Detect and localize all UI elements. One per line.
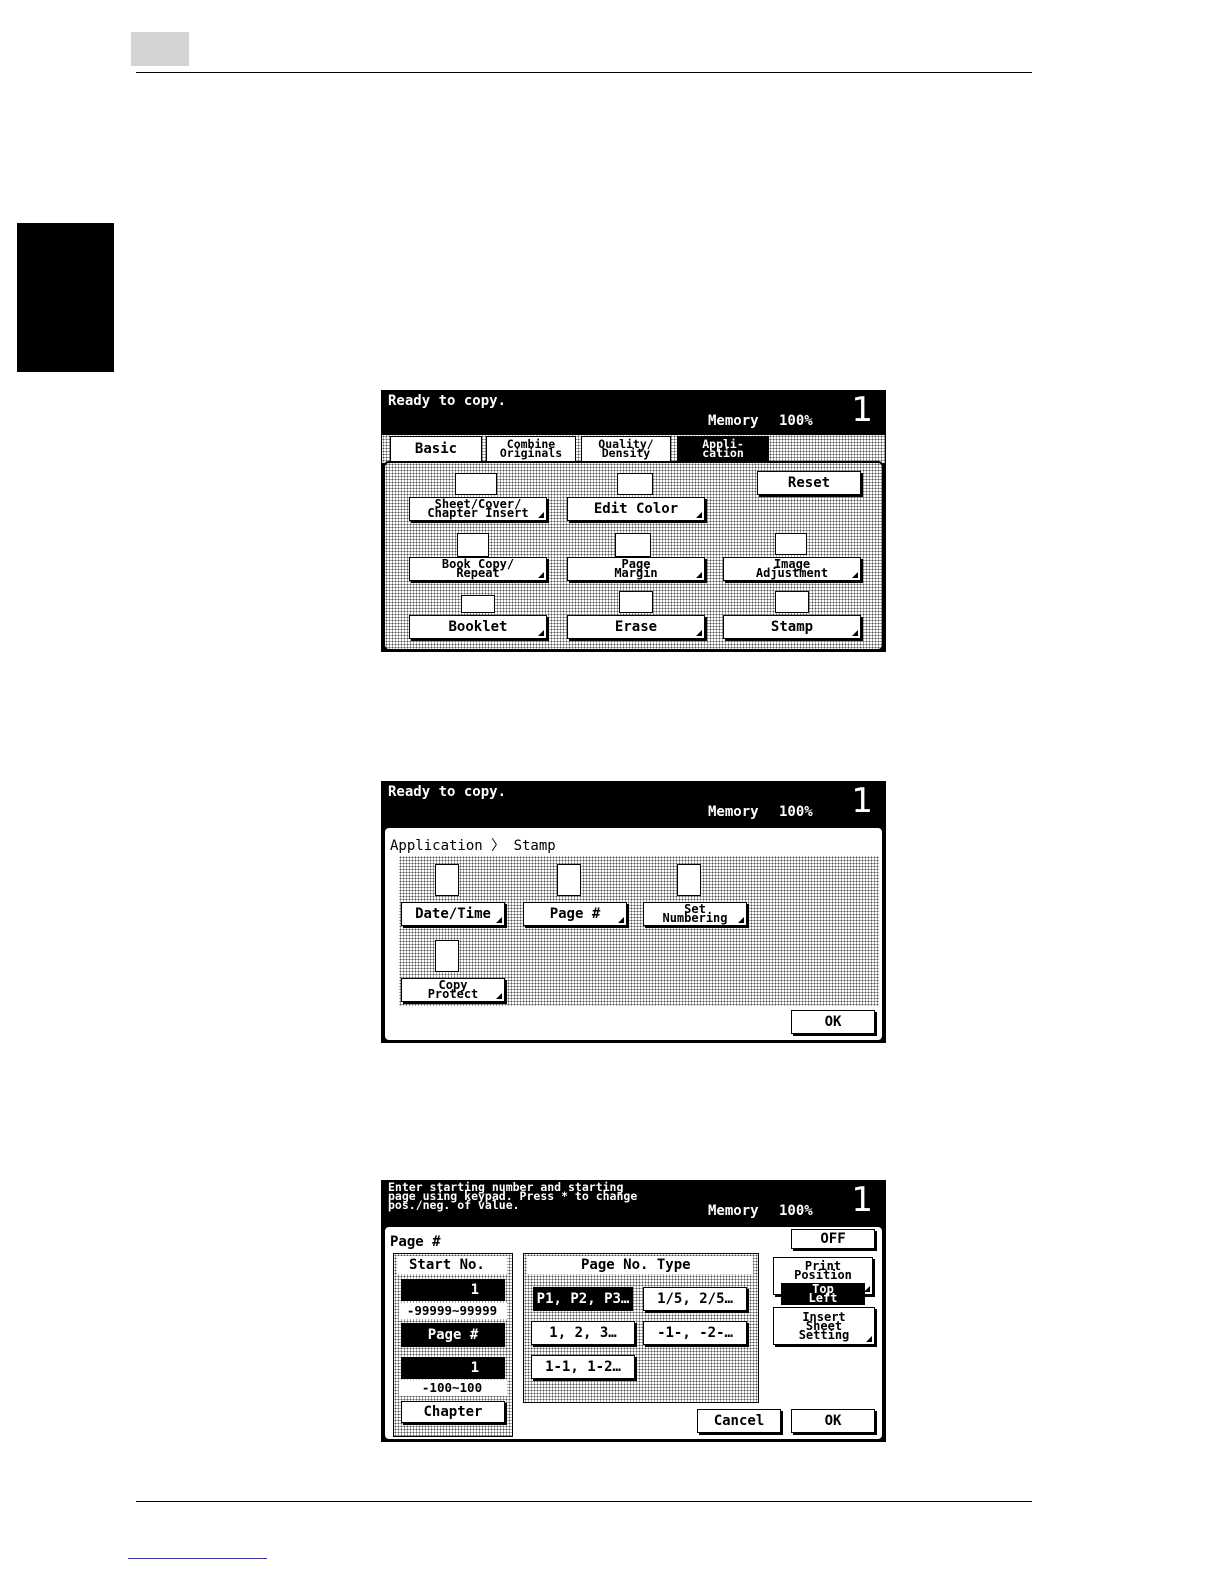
header-rule [136,72,1032,73]
page-type-label: Page No. Type [581,1257,691,1273]
ok-button[interactable]: OK [791,1409,875,1433]
memory-label: Memory [708,1203,759,1219]
memory-value: 100% [779,804,813,820]
chapter-side-tab [17,223,114,372]
status-message: Enter starting number and starting page … [388,1180,638,1212]
chapter-number-field[interactable]: 1 [401,1357,505,1379]
book-copy-icon [457,533,489,557]
footer-link-underline [128,1558,267,1559]
page-number-mode-button[interactable]: Page # [401,1323,505,1347]
image-adjustment-icon [775,533,807,555]
start-number-range: -99999~99999 [406,1303,498,1318]
breadcrumb: Application 〉 Stamp [390,838,556,854]
page-margin-button[interactable]: Page Margin [567,557,705,581]
page-title: Page # [390,1234,441,1250]
memory-value: 100% [779,413,813,429]
tab-combine-originals[interactable]: Combine Originals [486,436,576,462]
booklet-button[interactable]: Booklet [409,615,547,639]
page-margin-icon [615,533,651,557]
status-message: Ready to copy. [388,784,507,800]
status-message: Ready to copy. [388,393,507,409]
memory-label: Memory [708,413,759,429]
image-adjustment-button[interactable]: Image Adjustment [723,557,861,581]
stamp-button[interactable]: Stamp [723,615,861,639]
memory-label: Memory [708,804,759,820]
stamp-icon [775,591,809,613]
application-screen: Ready to copy. Memory 100% 1 Basic Combi… [381,390,886,652]
type-numeric-button[interactable]: 1, 2, 3… [531,1321,635,1345]
type-chapter-page-button[interactable]: 1-1, 1-2… [531,1355,635,1379]
start-number-field[interactable]: 1 [401,1279,505,1301]
page-number-box [131,32,189,66]
insert-sheet-setting-button[interactable]: Insert Sheet Setting [773,1307,875,1345]
tab-application[interactable]: Appli- cation [677,436,769,462]
ok-button[interactable]: OK [791,1010,875,1034]
application-panel: Sheet/Cover/ Chapter Insert Edit Color R… [383,461,884,651]
set-numbering-icon [677,864,701,896]
page-number-icon [557,864,581,896]
booklet-icon [461,595,495,613]
edit-color-icon [617,473,653,495]
type-fraction-button[interactable]: 1/5, 2/5… [643,1287,747,1311]
erase-button[interactable]: Erase [567,615,705,639]
chapter-button[interactable]: Chapter [401,1401,505,1423]
book-copy-repeat-button[interactable]: Book Copy/ Repeat [409,557,547,581]
status-bar: Ready to copy. Memory 100% 1 [382,782,885,826]
off-button[interactable]: OFF [791,1229,875,1249]
date-time-button[interactable]: Date/Time [401,902,505,926]
edit-color-button[interactable]: Edit Color [567,497,705,521]
set-numbering-button[interactable]: Set Numbering [643,902,747,926]
date-time-icon [435,864,459,896]
type-p1-p2-button[interactable]: P1, P2, P3… [533,1287,633,1311]
copy-count: 1 [851,1180,873,1220]
start-number-label: Start No. [409,1257,485,1273]
copy-count: 1 [851,390,873,430]
status-bar: Ready to copy. Memory 100% 1 [382,391,885,435]
page-number-screen: Enter starting number and starting page … [381,1180,886,1442]
print-position-button[interactable]: Print Position Top Left [773,1257,873,1305]
cancel-button[interactable]: Cancel [697,1409,781,1433]
print-position-value: Top Left [781,1283,865,1305]
copy-count: 1 [851,781,873,821]
stamp-screen: Ready to copy. Memory 100% 1 Application… [381,781,886,1043]
memory-value: 100% [779,1203,813,1219]
page-number-button[interactable]: Page # [523,902,627,926]
sheet-insert-icon [455,473,497,495]
tab-basic[interactable]: Basic [390,436,482,462]
chapter-number-range: -100~100 [421,1380,483,1395]
sheet-cover-chapter-insert-button[interactable]: Sheet/Cover/ Chapter Insert [409,497,547,521]
copy-protect-icon [435,940,459,972]
page-number-panel: Page # Start No. 1 -99999~99999 Page # 1… [383,1225,884,1441]
reset-button[interactable]: Reset [757,471,861,495]
erase-icon [619,591,653,613]
type-dash-button[interactable]: -1-, -2-… [643,1321,747,1345]
tab-quality-density[interactable]: Quality/ Density [581,436,671,462]
stamp-panel: Application 〉 Stamp Date/Time Page # Set… [383,826,884,1042]
footer-rule [136,1501,1032,1502]
status-bar: Enter starting number and starting page … [382,1181,885,1225]
copy-protect-button[interactable]: Copy Protect [401,978,505,1002]
